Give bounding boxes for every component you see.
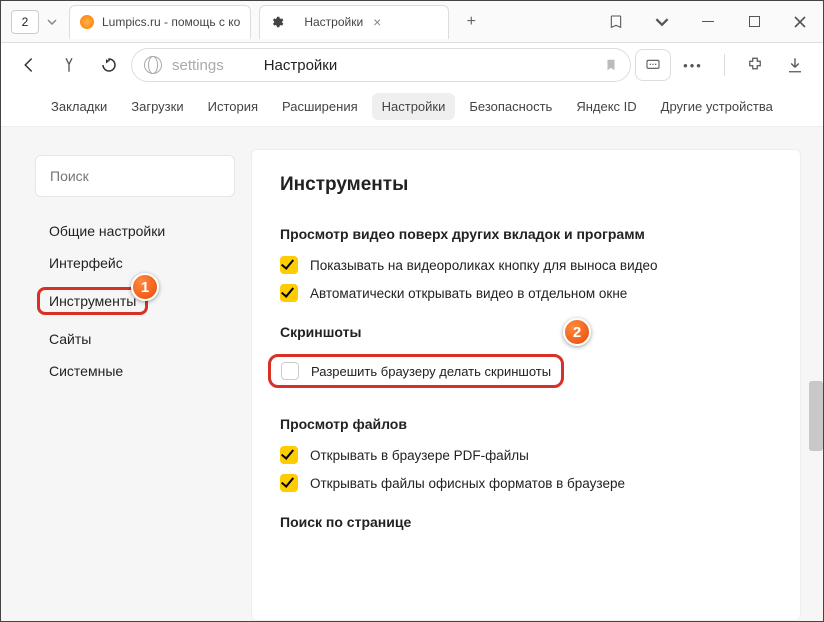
omnibox-path: Настройки (264, 57, 338, 74)
option-label: Показывать на видеороликах кнопку для вы… (310, 258, 658, 273)
page-heading: Инструменты (280, 174, 772, 196)
topnav-extensions[interactable]: Расширения (272, 93, 368, 120)
window-minimize-icon[interactable] (685, 1, 731, 43)
address-bar: settings Настройки ••• (1, 43, 823, 87)
checkbox-checked-icon[interactable] (280, 284, 298, 302)
toolbar-divider (715, 49, 733, 81)
option-open-pdf[interactable]: Открывать в браузере PDF-файлы (280, 446, 772, 464)
section-video-title: Просмотр видео поверх других вкладок и п… (280, 226, 772, 242)
orange-favicon-icon (80, 15, 94, 29)
settings-main-panel: Инструменты Просмотр видео поверх других… (251, 149, 801, 621)
settings-search-input[interactable] (50, 168, 220, 184)
topnav-yandex-id[interactable]: Яндекс ID (566, 93, 646, 120)
checkbox-checked-icon[interactable] (280, 256, 298, 274)
settings-sidebar: Общие настройки Интерфейс Инструменты 1 … (1, 127, 241, 621)
tab-lumpics[interactable]: Lumpics.ru - помощь с ко (69, 5, 251, 39)
close-icon[interactable]: × (373, 14, 381, 30)
download-chevron-icon[interactable] (639, 1, 685, 43)
section-screenshots-title: Скриншоты (280, 324, 772, 340)
feedback-button[interactable] (635, 49, 671, 81)
section-files-title: Просмотр файлов (280, 416, 772, 432)
checkbox-unchecked-icon[interactable] (281, 362, 299, 380)
option-label: Автоматически открывать видео в отдельно… (310, 286, 627, 301)
option-label: Открывать файлы офисных форматов в брауз… (310, 476, 625, 491)
scrollbar-thumb[interactable] (809, 381, 823, 451)
new-tab-button[interactable]: + (457, 8, 485, 36)
topnav-downloads[interactable]: Загрузки (121, 93, 193, 120)
option-video-popout[interactable]: Показывать на видеороликах кнопку для вы… (280, 256, 772, 274)
annotation-badge-2: 2 (563, 318, 591, 346)
window-controls (593, 1, 823, 43)
option-label: Разрешить браузеру делать скриншоты (311, 364, 551, 379)
topnav-settings[interactable]: Настройки (372, 93, 456, 120)
topnav-other-devices[interactable]: Другие устройства (651, 93, 783, 120)
tab-counter-button[interactable]: 2 (11, 10, 39, 34)
option-video-autoopen[interactable]: Автоматически открывать видео в отдельно… (280, 284, 772, 302)
annotation-badge-1: 1 (131, 273, 159, 301)
topnav-history[interactable]: История (198, 93, 268, 120)
sidebar-item-interface[interactable]: Интерфейс (49, 255, 221, 271)
option-label: Открывать в браузере PDF-файлы (310, 448, 529, 463)
titlebar: 2 Lumpics.ru - помощь с ко Настройки × + (1, 1, 823, 43)
sidebar-item-system[interactable]: Системные (49, 363, 221, 379)
extensions-button[interactable] (737, 49, 773, 81)
gear-icon (270, 15, 284, 29)
omnibox-host: settings (172, 57, 224, 74)
back-button[interactable] (11, 49, 47, 81)
settings-content: Общие настройки Интерфейс Инструменты 1 … (1, 127, 823, 621)
sidebar-item-general[interactable]: Общие настройки (49, 223, 221, 239)
menu-button[interactable]: ••• (675, 49, 711, 81)
settings-search[interactable] (35, 155, 235, 197)
tab-label: Lumpics.ru - помощь с ко (102, 15, 240, 29)
topnav-security[interactable]: Безопасность (459, 93, 562, 120)
sidebar-item-sites[interactable]: Сайты (49, 331, 221, 347)
tab-settings[interactable]: Настройки × (259, 5, 449, 39)
omnibox[interactable]: settings Настройки (131, 48, 631, 82)
highlighted-option-box: Разрешить браузеру делать скриншоты (268, 354, 564, 388)
topnav-bookmarks[interactable]: Закладки (41, 93, 117, 120)
tab-label: Настройки (304, 15, 363, 29)
settings-top-nav: Закладки Загрузки История Расширения Нас… (1, 87, 823, 127)
window-maximize-icon[interactable] (731, 1, 777, 43)
tab-dropdown-icon[interactable] (43, 19, 61, 25)
globe-icon (144, 56, 162, 74)
option-open-office[interactable]: Открывать файлы офисных форматов в брауз… (280, 474, 772, 492)
yandex-icon[interactable] (51, 49, 87, 81)
library-icon[interactable] (593, 1, 639, 43)
reload-button[interactable] (91, 49, 127, 81)
section-page-search-title: Поиск по странице (280, 514, 772, 530)
checkbox-checked-icon[interactable] (280, 474, 298, 492)
downloads-button[interactable] (777, 49, 813, 81)
window-close-icon[interactable] (777, 1, 823, 43)
bookmark-icon[interactable] (604, 57, 618, 73)
checkbox-checked-icon[interactable] (280, 446, 298, 464)
